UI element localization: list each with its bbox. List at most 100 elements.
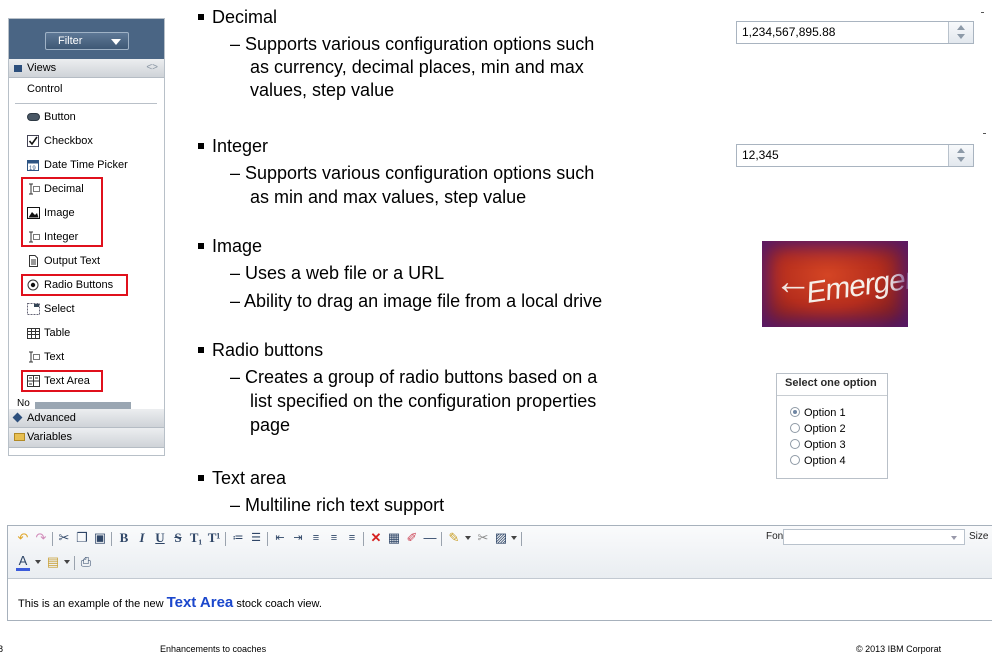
redo-icon[interactable]: ↷ (34, 529, 48, 547)
eraser-icon[interactable]: ✐ (405, 529, 419, 547)
advanced-label: Advanced (27, 412, 76, 424)
subscript-icon[interactable]: T₁ (189, 529, 203, 547)
bullet-square (198, 347, 204, 353)
emergency-image: ← Emergency (762, 241, 908, 327)
align-right-icon[interactable]: ≡ (345, 529, 359, 547)
underline-icon[interactable]: U (153, 529, 167, 547)
toolbar-separator (74, 556, 75, 570)
filter-label: Filter (58, 35, 83, 47)
bullet-square (198, 143, 204, 149)
footer-title: Enhancements to coaches (160, 644, 267, 654)
toolbar-separator (441, 532, 442, 546)
integer-value: 12,345 (742, 148, 779, 162)
strikethrough-icon[interactable]: S (171, 529, 185, 547)
radio-option-label: Option 3 (804, 439, 846, 451)
collapse-icon[interactable]: <> (146, 59, 158, 77)
tags-no-label: No (17, 399, 30, 409)
increase-indent-icon[interactable]: ⇥ (291, 529, 305, 547)
paste-icon[interactable]: ▣ (93, 529, 107, 547)
copy-icon[interactable]: ❐ (75, 529, 89, 547)
link-icon[interactable]: ✎ (447, 529, 461, 547)
checkbox-icon (27, 135, 39, 147)
table-icon (27, 328, 40, 339)
italic-icon[interactable]: I (135, 529, 149, 547)
bulleted-list-icon[interactable]: ☰ (249, 529, 263, 547)
chevron-down-icon[interactable] (64, 560, 70, 564)
chevron-down-icon[interactable] (511, 536, 517, 540)
palette-item-label: Text (44, 351, 65, 363)
numbered-list-icon[interactable]: ≔ (231, 529, 245, 547)
align-center-icon[interactable]: ≡ (327, 529, 341, 547)
spin-up-icon[interactable] (957, 25, 965, 30)
spinner-buttons[interactable] (948, 145, 973, 166)
bullet-text: – Ability to drag an image file from a l… (230, 291, 603, 311)
svg-text:19: 19 (29, 166, 36, 171)
table-insert-icon[interactable]: ▦ (387, 529, 401, 547)
palette-panel: Filter Views <> Control Button Checkbox … (8, 18, 165, 456)
bullet-square (198, 243, 204, 249)
radio-selected-icon[interactable] (790, 407, 800, 417)
button-icon (27, 113, 40, 121)
tags-dropdown[interactable] (35, 402, 131, 409)
bullet-title: Text area (212, 468, 287, 488)
chevron-down-icon[interactable] (951, 536, 957, 540)
radio-icon[interactable] (790, 439, 800, 449)
spin-down-icon[interactable] (957, 157, 965, 162)
editor-text: stock coach view. (233, 598, 322, 610)
variables-label: Variables (27, 431, 73, 443)
align-left-icon[interactable]: ≡ (309, 529, 323, 547)
palette-header: Filter (9, 19, 164, 59)
folder-icon (14, 433, 25, 441)
size-label: Size (969, 531, 989, 542)
rich-text-editor[interactable]: ↶ ↷ ✂ ❐ ▣ B I U S T₁ T¹ ≔ ☰ ⇤ ⇥ ≡ ≡ ≡ ✕ … (7, 525, 992, 621)
divider (777, 395, 887, 396)
highlight-radio-buttons (21, 274, 128, 296)
undo-icon[interactable]: ↶ (16, 529, 30, 547)
highlight-decimal-image-integer (21, 177, 103, 247)
decrease-indent-icon[interactable]: ⇤ (273, 529, 287, 547)
bullet-text: as min and max values, step value (250, 187, 527, 207)
spinner-buttons[interactable] (948, 22, 973, 43)
variables-section-header[interactable]: Variables (9, 428, 164, 448)
highlight-color-icon[interactable]: ▤ (46, 553, 60, 571)
chevron-down-icon[interactable] (465, 536, 471, 540)
unlink-icon[interactable]: ✂ (476, 529, 490, 547)
cut-icon[interactable]: ✂ (57, 529, 71, 547)
spin-down-icon[interactable] (957, 34, 965, 39)
spin-up-icon[interactable] (957, 148, 965, 153)
divider (15, 103, 157, 104)
radio-option-label: Option 4 (804, 455, 846, 467)
radio-icon[interactable] (790, 455, 800, 465)
highlight-text-area (21, 370, 103, 392)
tags-filter-bar[interactable]: No (9, 399, 164, 409)
radio-option-label: Option 1 (804, 407, 846, 419)
views-icon (14, 65, 22, 72)
font-select[interactable] (783, 529, 965, 545)
image-vignette (762, 241, 908, 327)
decimal-spinner[interactable]: 1,234,567,895.88 (736, 21, 974, 44)
bullet-text: – Supports various configuration options… (230, 34, 595, 54)
text-color-icon[interactable]: A (16, 553, 30, 571)
chevron-down-icon[interactable] (35, 560, 41, 564)
filter-dropdown[interactable]: Filter (45, 32, 129, 50)
advanced-section-header[interactable]: Advanced (9, 409, 164, 428)
remove-format-icon[interactable]: ✕ (369, 529, 383, 547)
radio-icon[interactable] (790, 423, 800, 433)
integer-spinner[interactable]: 12,345 (736, 144, 974, 167)
horizontal-rule-icon[interactable]: — (423, 529, 437, 547)
superscript-icon[interactable]: T¹ (207, 529, 221, 547)
image-insert-icon[interactable]: ▨ (494, 529, 508, 547)
mark (981, 12, 984, 13)
print-icon[interactable]: ⎙ (79, 553, 93, 571)
bold-icon[interactable]: B (117, 529, 131, 547)
document-icon (29, 255, 38, 267)
editor-content[interactable]: This is an example of the new Text Area … (18, 594, 322, 611)
views-label: Views (27, 62, 57, 74)
editor-emphasis-text: Text Area (166, 594, 234, 611)
views-section-header[interactable]: Views <> (9, 59, 164, 78)
bullet-text: list specified on the configuration prop… (250, 391, 597, 411)
chevron-down-icon (111, 39, 121, 45)
radio-option-label: Option 2 (804, 423, 846, 435)
radio-group-title: Select one option (785, 377, 877, 389)
toolbar-separator (363, 532, 364, 546)
